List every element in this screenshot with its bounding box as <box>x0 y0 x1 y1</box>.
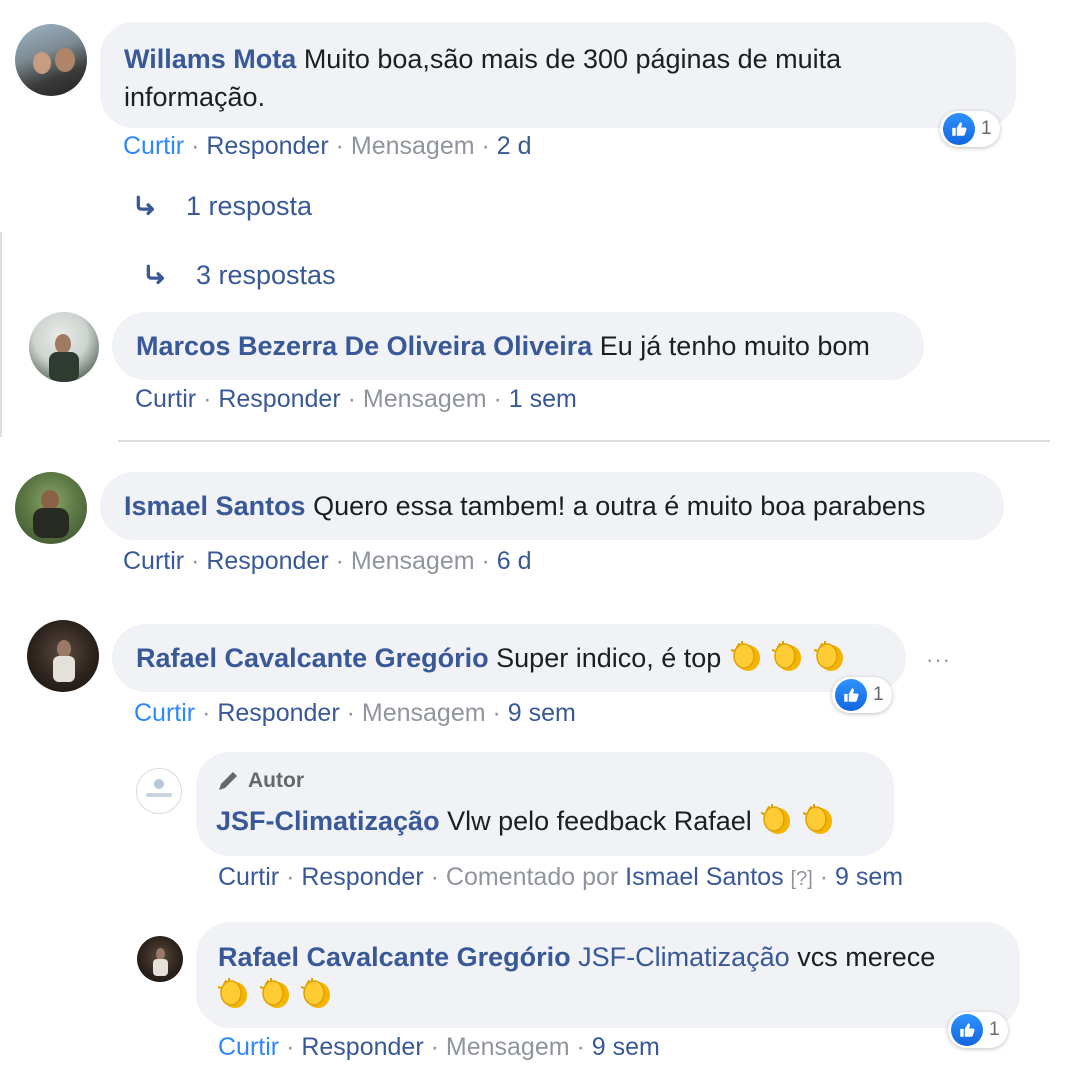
like-link[interactable]: Curtir <box>135 385 196 413</box>
comment-text: informação. <box>124 82 266 112</box>
clapping-emoji-icon <box>772 641 804 673</box>
reply-link[interactable]: Responder <box>206 132 328 160</box>
message-link[interactable]: Mensagem <box>446 1033 570 1061</box>
message-link[interactable]: Mensagem <box>351 132 475 160</box>
comment-bubble: Rafael Cavalcante Gregório Super indico,… <box>112 624 906 692</box>
comment-actions: Curtir · Responder · Mensagem · 1 sem <box>135 385 577 413</box>
comment-author[interactable]: Rafael Cavalcante Gregório <box>218 942 571 972</box>
clapping-emoji-icon <box>761 804 793 836</box>
comment-text: Quero essa tambem! a outra é muito boa p… <box>313 491 926 521</box>
timestamp[interactable]: 2 d <box>497 132 532 160</box>
reply-link[interactable]: Responder <box>217 699 339 727</box>
message-link[interactable]: Mensagem <box>362 699 486 727</box>
divider <box>118 440 1050 442</box>
clapping-emoji-icon <box>731 641 763 673</box>
timestamp[interactable]: 9 sem <box>835 863 903 891</box>
like-reaction-icon <box>943 113 975 145</box>
like-reaction-icon <box>951 1014 983 1046</box>
mention-link[interactable]: JSF-Climatização <box>578 942 790 972</box>
comment-text: vcs merece <box>797 942 936 972</box>
reaction-count[interactable]: 1 <box>832 677 892 713</box>
like-link[interactable]: Curtir <box>123 547 184 575</box>
like-link[interactable]: Curtir <box>218 1033 279 1061</box>
clapping-emoji-icon <box>260 978 292 1010</box>
author-badge: Autor <box>216 762 872 800</box>
page-avatar[interactable] <box>136 768 182 814</box>
comment-bubble: Willams Mota Muito boa,são mais de 300 p… <box>100 22 1016 128</box>
avatar[interactable] <box>29 312 99 382</box>
comment-author[interactable]: Willams Mota <box>124 44 296 74</box>
comment-text: Vlw pelo feedback Rafael <box>447 806 752 836</box>
clapping-emoji-icon <box>301 978 333 1010</box>
comment-author[interactable]: Marcos Bezerra De Oliveira Oliveira <box>136 331 592 361</box>
comment-actions: Curtir · Responder · Mensagem · 9 sem <box>218 1033 660 1061</box>
timestamp[interactable]: 9 sem <box>508 699 576 727</box>
comment-actions: Curtir · Responder · Mensagem · 9 sem <box>134 699 576 727</box>
comment-bubble: Ismael Santos Quero essa tambem! a outra… <box>100 472 1004 540</box>
clapping-emoji-icon <box>803 804 835 836</box>
timestamp[interactable]: 1 sem <box>509 385 577 413</box>
more-options-button[interactable]: ··· <box>926 647 951 673</box>
comment-actions: Curtir · Responder · Comentado por Ismae… <box>218 863 904 891</box>
reply-link[interactable]: Responder <box>206 547 328 575</box>
comment-actions: Curtir · Responder · Mensagem · 6 d <box>123 547 532 575</box>
comment-author[interactable]: Rafael Cavalcante Gregório <box>136 643 489 673</box>
reply-bubble: Rafael Cavalcante Gregório JSF-Climatiza… <box>196 922 1020 1028</box>
help-link[interactable]: [?] <box>791 868 813 890</box>
reply-link[interactable]: Responder <box>301 1033 423 1061</box>
reply-arrow-icon <box>144 263 170 289</box>
comment-bubble: Marcos Bezerra De Oliveira Oliveira Eu j… <box>112 312 924 380</box>
view-replies-link[interactable]: 3 respostas <box>144 260 336 291</box>
avatar[interactable] <box>15 472 87 544</box>
message-link[interactable]: Mensagem <box>351 547 475 575</box>
commented-by-label: Comentado por <box>445 863 619 891</box>
reply-link[interactable]: Responder <box>301 863 423 891</box>
like-link[interactable]: Curtir <box>134 699 195 727</box>
comment-text: Super indico, é top <box>496 643 722 673</box>
clapping-emoji-icon <box>814 641 846 673</box>
timestamp[interactable]: 6 d <box>497 547 532 575</box>
comment-actions: Curtir · Responder · Mensagem · 2 d <box>123 132 532 160</box>
thread-line <box>0 232 2 437</box>
avatar[interactable] <box>137 936 183 982</box>
avatar[interactable] <box>27 620 99 692</box>
commented-by-name[interactable]: Ismael Santos <box>625 863 783 891</box>
like-reaction-icon <box>835 679 867 711</box>
clapping-emoji-icon <box>218 978 250 1010</box>
like-link[interactable]: Curtir <box>123 132 184 160</box>
like-link[interactable]: Curtir <box>218 863 279 891</box>
comment-author[interactable]: JSF-Climatização <box>216 806 440 836</box>
comment-text: Eu já tenho muito bom <box>599 331 870 361</box>
reaction-count[interactable]: 1 <box>940 111 1000 147</box>
avatar[interactable] <box>15 24 87 96</box>
reply-arrow-icon <box>134 194 160 220</box>
pencil-icon <box>219 772 237 790</box>
view-replies-link[interactable]: 1 resposta <box>134 191 312 222</box>
message-link[interactable]: Mensagem <box>363 385 487 413</box>
reaction-count[interactable]: 1 <box>948 1012 1008 1048</box>
reply-bubble: Autor JSF-Climatização Vlw pelo feedback… <box>196 752 894 856</box>
timestamp[interactable]: 9 sem <box>592 1033 660 1061</box>
reply-link[interactable]: Responder <box>218 385 340 413</box>
comment-author[interactable]: Ismael Santos <box>124 491 306 521</box>
comment-text: Muito boa,são mais de 300 páginas de mui… <box>303 44 842 74</box>
